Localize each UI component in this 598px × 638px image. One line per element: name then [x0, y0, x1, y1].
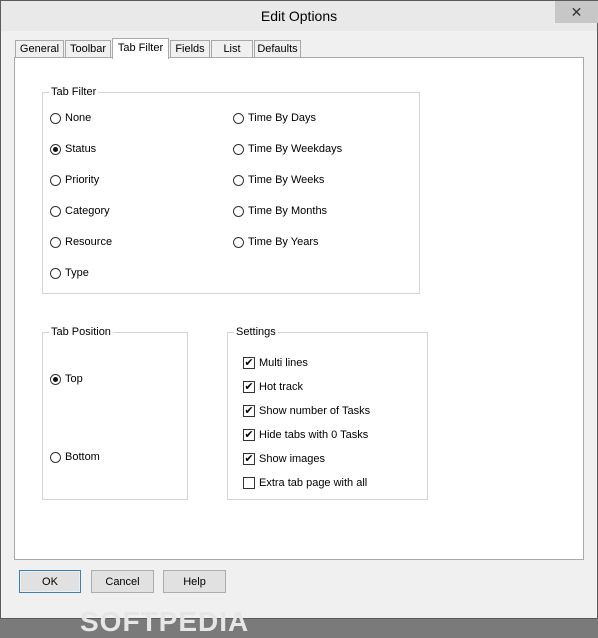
radio-button-icon — [50, 267, 61, 279]
checkbox-extra-tab-page-with-all[interactable]: Extra tab page with all — [243, 476, 367, 490]
checkbox-hide-tabs-with-0-tasks[interactable]: ✔ Hide tabs with 0 Tasks — [243, 428, 368, 442]
checkbox-show-images[interactable]: ✔ Show images — [243, 452, 325, 466]
tab-position-group: Tab Position Top Bottom — [42, 326, 188, 500]
tab-general[interactable]: General — [15, 40, 64, 58]
radio-button-selected-icon — [50, 143, 61, 155]
radio-button-selected-icon — [50, 373, 61, 385]
tab-defaults[interactable]: Defaults — [254, 40, 301, 58]
window-title: Edit Options — [260, 8, 338, 24]
title-bar[interactable]: Edit Options ✕ — [1, 1, 598, 31]
radio-button-icon — [50, 112, 61, 124]
radio-priority[interactable]: Priority — [50, 173, 99, 187]
radio-button-icon — [233, 205, 244, 217]
group-label-tab-position: Tab Position — [49, 326, 113, 339]
tab-list[interactable]: List — [211, 40, 253, 58]
checkmark-icon: ✔ — [243, 404, 255, 417]
radio-button-icon — [50, 205, 61, 217]
radio-category[interactable]: Category — [50, 204, 110, 218]
radio-time-by-days[interactable]: Time By Days — [233, 111, 316, 125]
checkbox-empty-icon — [243, 477, 255, 489]
ok-button[interactable]: OK — [19, 570, 81, 593]
radio-status[interactable]: Status — [50, 142, 96, 156]
checkmark-icon: ✔ — [243, 380, 255, 393]
radio-button-icon — [233, 174, 244, 186]
help-button[interactable]: Help — [163, 570, 226, 593]
settings-group: Settings ✔ Multi lines ✔ Hot track ✔ Show n… — [227, 326, 428, 500]
checkmark-icon: ✔ — [243, 452, 255, 465]
checkbox-hot-track[interactable]: ✔ Hot track — [243, 380, 303, 394]
group-label-tab-filter: Tab Filter — [49, 86, 99, 99]
radio-time-by-years[interactable]: Time By Years — [233, 235, 319, 249]
radio-time-by-weeks[interactable]: Time By Weeks — [233, 173, 324, 187]
group-label-settings: Settings — [234, 326, 278, 339]
checkmark-icon: ✔ — [243, 356, 255, 369]
radio-type[interactable]: Type — [50, 266, 89, 280]
close-icon[interactable]: ✕ — [555, 1, 598, 23]
tab-filter-panel: SOFTPEDIA Tab Filter None Status Priorit… — [14, 57, 584, 637]
radio-none[interactable]: None — [50, 111, 91, 125]
watermark-logo: SOFTPEDIA — [80, 606, 250, 637]
radio-bottom[interactable]: Bottom — [50, 450, 100, 464]
radio-resource[interactable]: Resource — [50, 235, 112, 249]
radio-top[interactable]: Top — [50, 372, 83, 386]
radio-button-icon — [50, 451, 61, 463]
tab-tab-filter[interactable]: Tab Filter — [112, 38, 169, 59]
checkbox-multi-lines[interactable]: ✔ Multi lines — [243, 356, 308, 370]
tab-fields[interactable]: Fields — [170, 40, 210, 58]
radio-button-icon — [233, 143, 244, 155]
radio-button-icon — [233, 112, 244, 124]
cancel-button[interactable]: Cancel — [91, 570, 154, 593]
checkbox-show-number-of-tasks[interactable]: ✔ Show number of Tasks — [243, 404, 370, 418]
radio-time-by-weekdays[interactable]: Time By Weekdays — [233, 142, 342, 156]
tab-filter-group: Tab Filter None Status Priority Category… — [42, 86, 420, 294]
radio-button-icon — [233, 236, 244, 248]
radio-button-icon — [50, 236, 61, 248]
tab-toolbar[interactable]: Toolbar — [65, 40, 111, 58]
radio-time-by-months[interactable]: Time By Months — [233, 204, 327, 218]
edit-options-window: Edit Options ✕ General Toolbar Tab Filte… — [0, 0, 598, 637]
checkmark-icon: ✔ — [243, 428, 255, 441]
radio-button-icon — [50, 174, 61, 186]
